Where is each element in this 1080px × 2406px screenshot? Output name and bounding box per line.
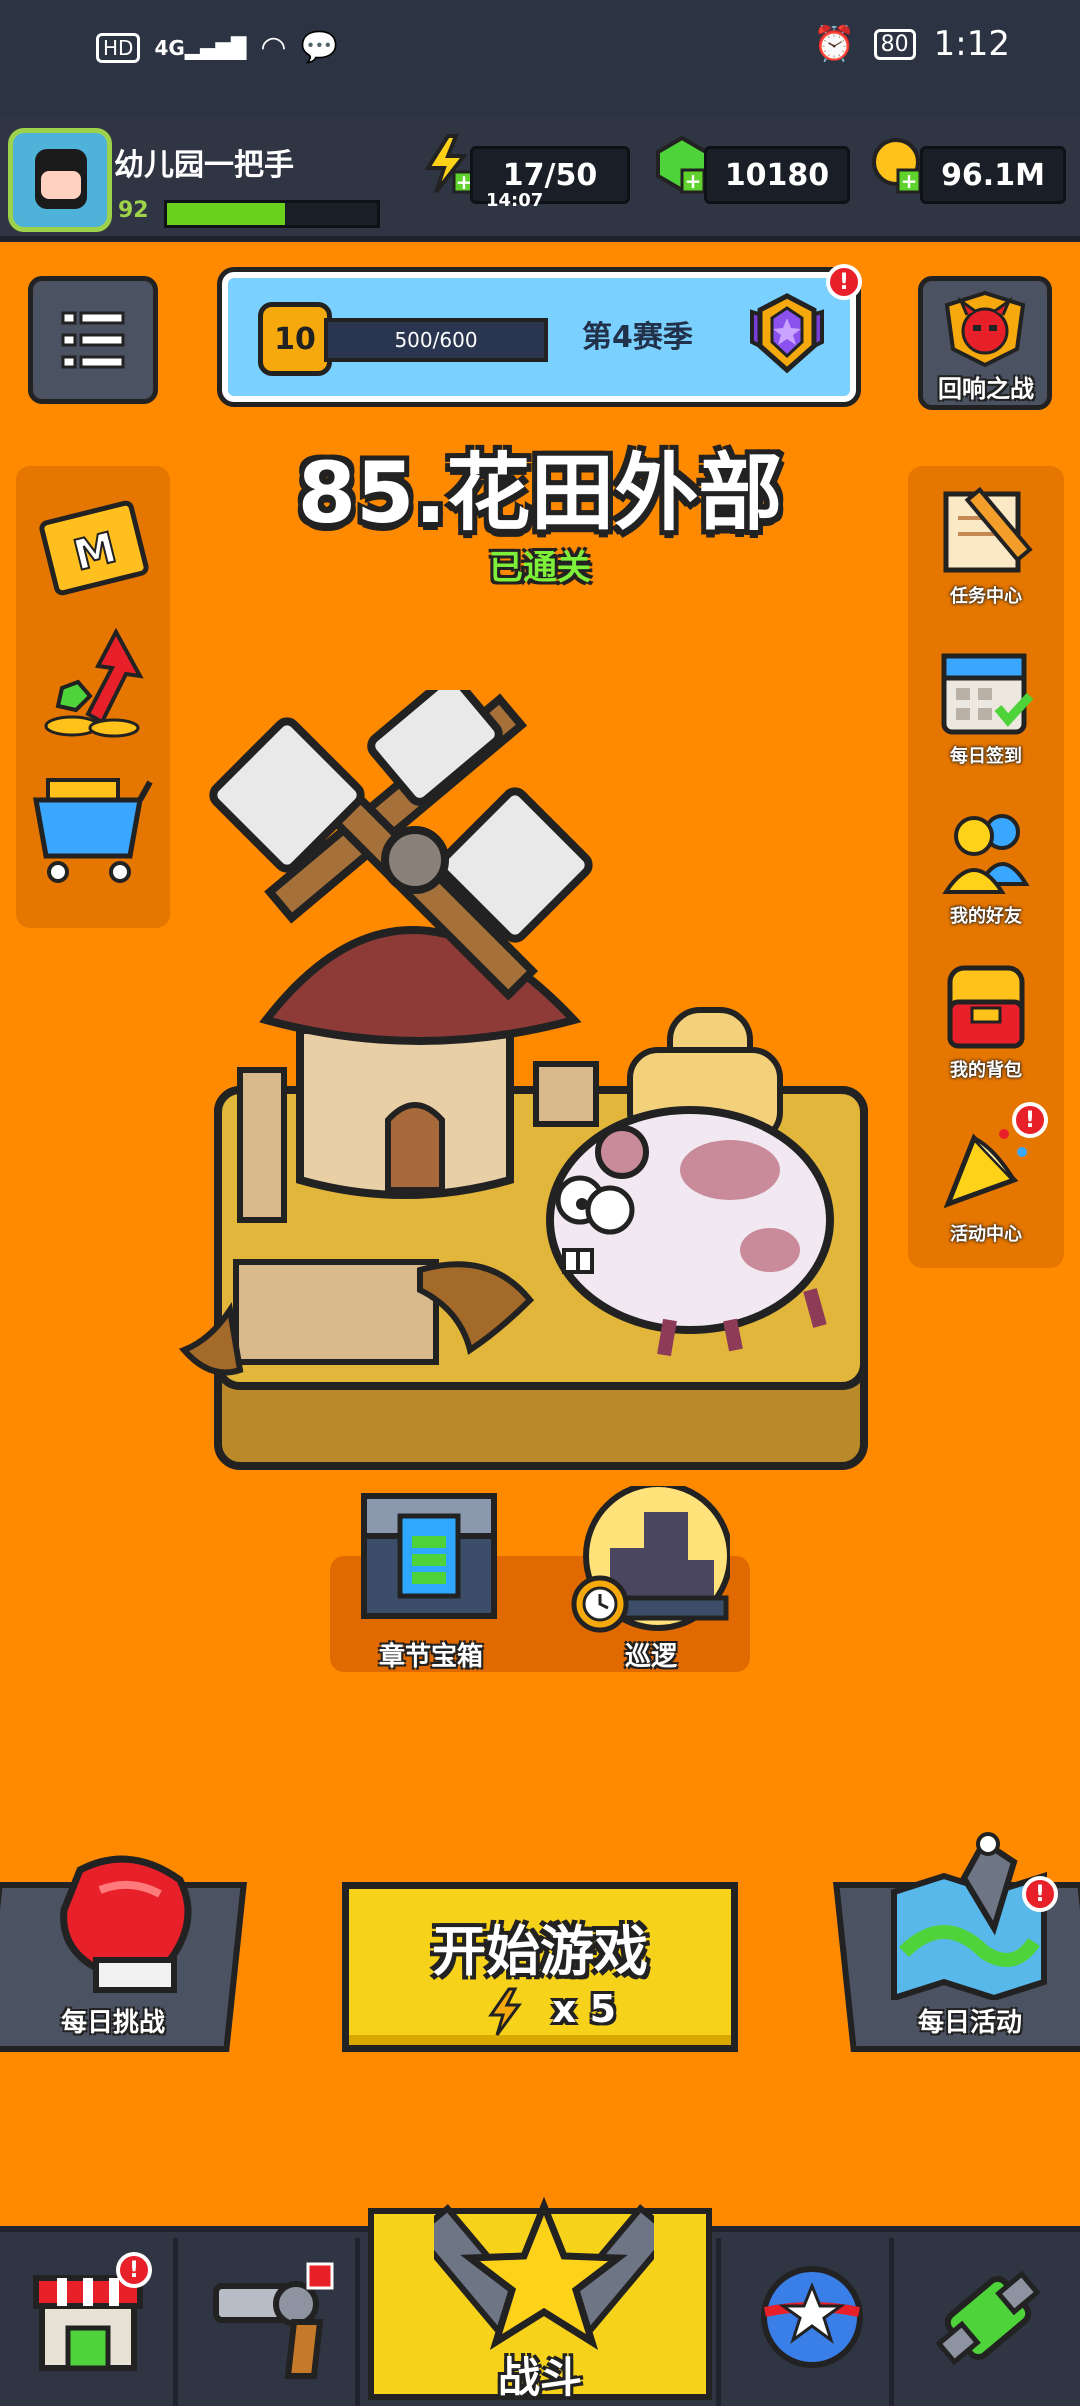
ninja-avatar-icon	[35, 149, 87, 209]
devil-shield-icon	[944, 290, 1026, 368]
map-pin-icon	[891, 1832, 1047, 2000]
chat-icon: 💬	[300, 30, 338, 65]
patrol-city-icon	[571, 1486, 730, 1633]
daily-event-label: 每日活动	[917, 2008, 1022, 2038]
energy-icon[interactable]: +	[418, 134, 478, 194]
player-name: 幼儿园一把手	[114, 148, 294, 183]
battery-icon: 80	[873, 28, 916, 60]
menu-button[interactable]	[28, 276, 158, 404]
task-center-label: 任务中心	[950, 586, 1022, 607]
avatar[interactable]	[8, 128, 112, 232]
signal-icon: 4G▂▄▆█	[154, 35, 247, 60]
start-game-label: 开始游戏	[432, 1920, 648, 1983]
dna-capsule-icon	[935, 2270, 1041, 2366]
nav-gene[interactable]	[898, 2238, 1076, 2406]
gem-counter: 10180	[704, 146, 850, 204]
start-game-button[interactable]: 开始游戏 x 5	[342, 1882, 738, 2052]
nav-battle[interactable]: 战斗	[368, 2196, 712, 2402]
status-bar: HD 4G▂▄▆█ ◠ 💬 ⏰ 80 1:12	[0, 0, 1080, 118]
stage-illustration[interactable]	[170, 690, 870, 1480]
energy-timer: 14:07	[486, 190, 544, 211]
top-hud: 幼儿园一把手 92 + 17/50 14:07 + 10180 + 96.1M	[0, 118, 1080, 242]
boxing-glove-icon	[60, 1855, 192, 1993]
svg-text:+: +	[685, 169, 702, 193]
season-badge-icon	[750, 293, 824, 374]
growth-fund-icon[interactable]	[32, 626, 156, 746]
friends-button[interactable]: 我的好友	[918, 804, 1054, 934]
alarm-icon: ⏰	[813, 24, 856, 64]
coin-icon[interactable]: +	[868, 134, 928, 194]
echo-battle-label: 回响之战	[938, 375, 1034, 403]
event-center-label: 活动中心	[950, 1224, 1022, 1245]
backpack-button[interactable]: 我的背包	[918, 958, 1054, 1088]
echo-battle-button[interactable]: 回响之战	[918, 276, 1052, 410]
svg-text:+: +	[901, 169, 918, 193]
backpack-icon	[947, 965, 1025, 1049]
task-center-button[interactable]: 任务中心	[918, 484, 1054, 614]
revolver-icon	[213, 2262, 334, 2379]
hd-icon: HD	[96, 32, 141, 63]
patrol-label: 巡逻	[624, 1642, 677, 1672]
player-level: 92	[118, 198, 149, 223]
daily-checkin-label: 每日签到	[950, 746, 1022, 767]
friends-label: 我的好友	[950, 906, 1022, 927]
season-label: 第4赛季	[582, 320, 693, 355]
wifi-icon: ◠	[260, 30, 287, 65]
friends-icon	[942, 814, 1030, 894]
treasure-chest-icon	[361, 1493, 497, 1619]
battle-star-icon	[434, 2196, 654, 2350]
nav-shop[interactable]: !	[0, 2238, 178, 2406]
shop-alert-badge: !	[116, 2252, 152, 2288]
scroll-pencil-icon	[943, 486, 1033, 573]
season-progress-bar: 500/600	[324, 318, 548, 362]
chapter-chest-label: 章节宝箱	[378, 1642, 483, 1672]
xp-bar	[164, 200, 380, 228]
nav-weapons[interactable]	[182, 2238, 360, 2406]
season-level: 10	[258, 302, 332, 376]
shop-cart-icon[interactable]	[28, 760, 158, 890]
coin-counter: 96.1M	[920, 146, 1066, 204]
daily-challenge-label: 每日挑战	[60, 2008, 165, 2038]
nav-battle-label: 战斗	[497, 2353, 582, 2402]
patrol-button[interactable]: 巡逻	[566, 1486, 736, 1672]
event-alert-badge: !	[1012, 1102, 1048, 1138]
season-banner[interactable]: 10 500/600 第4赛季	[222, 272, 856, 402]
daily-checkin-button[interactable]: 每日签到	[918, 644, 1054, 774]
clock-time: 1:12	[933, 24, 1010, 64]
chapter-chest-button[interactable]: 章节宝箱	[346, 1486, 516, 1672]
backpack-label: 我的背包	[950, 1060, 1022, 1081]
start-game-cost: x 5	[551, 1987, 617, 2031]
gem-icon[interactable]: +	[652, 134, 712, 194]
list-menu-icon	[61, 311, 125, 369]
nav-skills[interactable]	[716, 2238, 894, 2406]
xp-bar-fill	[167, 203, 285, 225]
daily-event-alert-badge: !	[1022, 1876, 1058, 1912]
star-orb-icon	[761, 2266, 863, 2368]
season-alert-badge: !	[826, 264, 862, 300]
calendar-check-icon	[941, 653, 1034, 735]
